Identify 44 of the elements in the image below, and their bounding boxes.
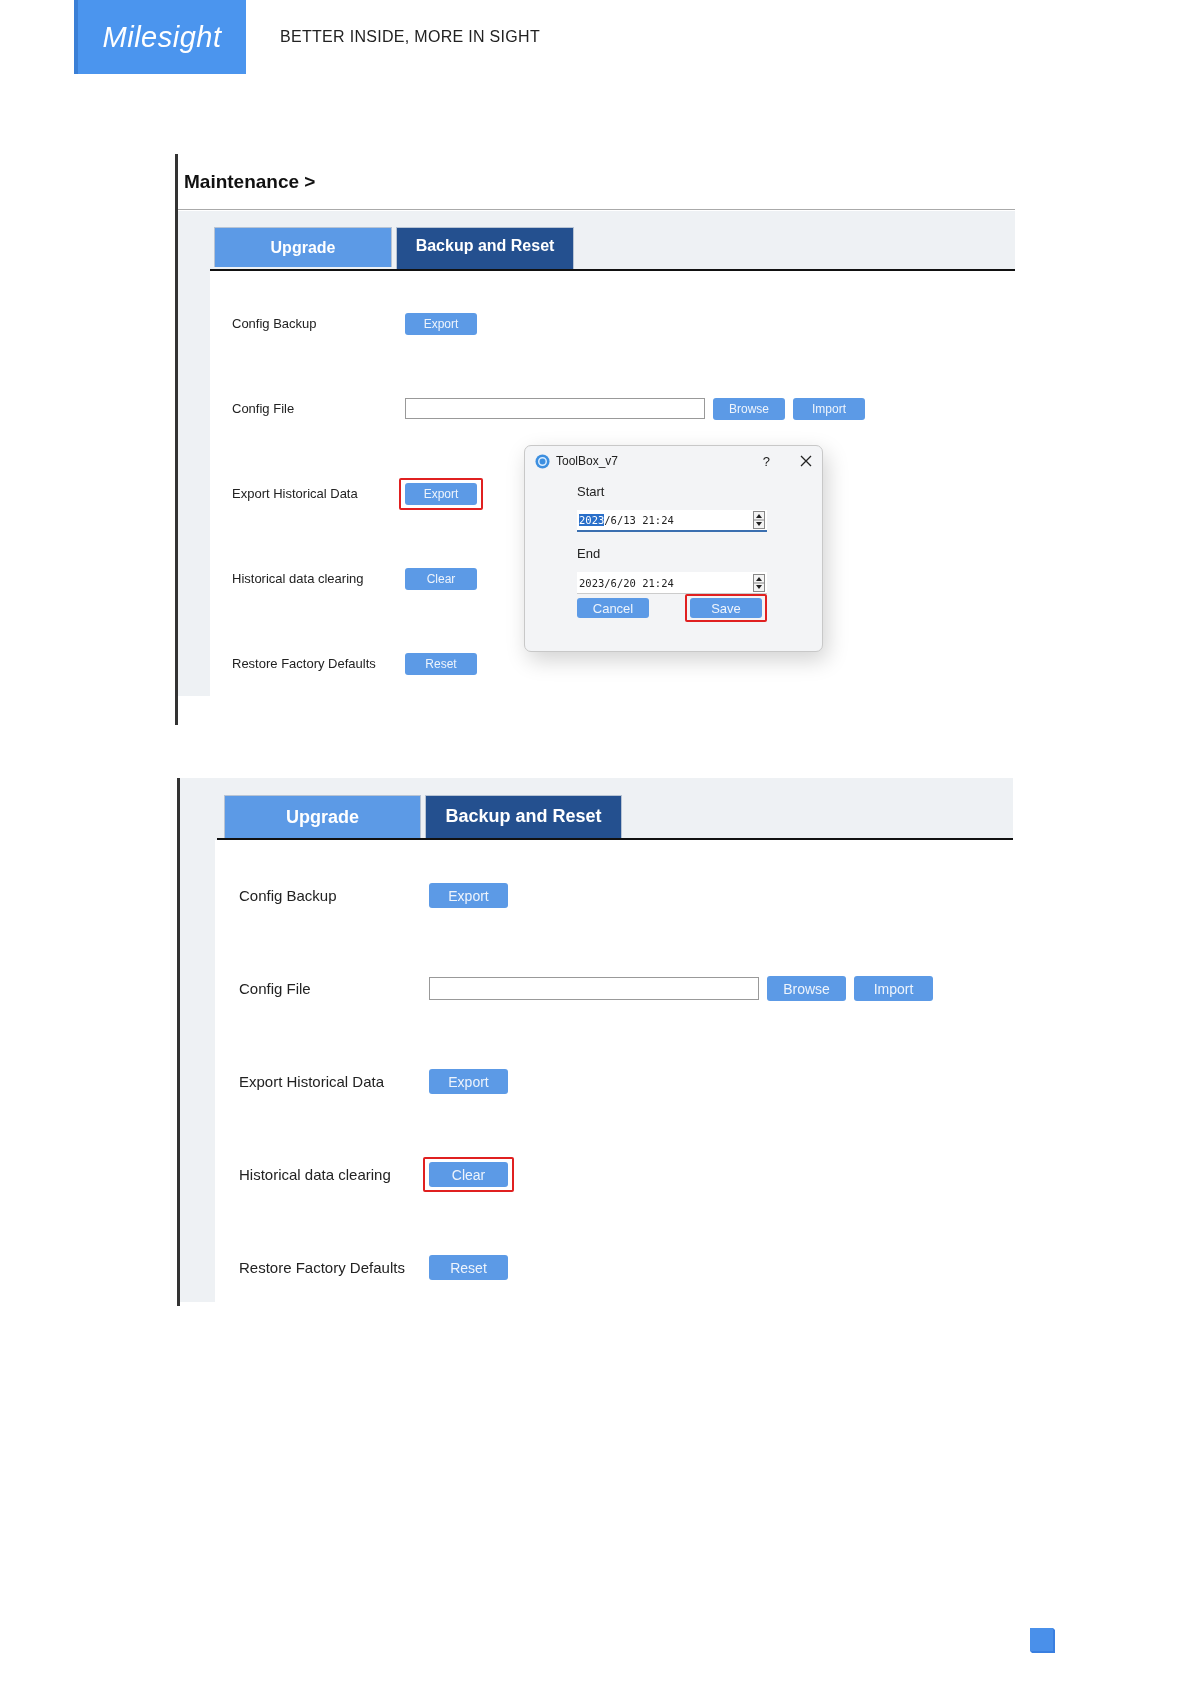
button[interactable]: Export — [429, 883, 508, 908]
button[interactable]: Clear — [405, 567, 477, 590]
button[interactable]: Browse — [713, 397, 785, 420]
tab[interactable]: Upgrade — [224, 795, 421, 838]
setting-label: Config Backup — [239, 887, 338, 904]
file-path-field[interactable] — [429, 977, 759, 1000]
date-time-field[interactable]: 2023/6/20 21:24 — [577, 572, 767, 594]
button[interactable]: Export — [405, 312, 477, 335]
cube-icon — [1028, 1626, 1056, 1654]
field-label: Start — [577, 484, 606, 501]
spinner-icon[interactable] — [753, 573, 765, 592]
tab[interactable]: Upgrade — [214, 227, 392, 267]
tab[interactable]: Backup and Reset — [396, 227, 574, 269]
file-path-field[interactable] — [405, 398, 705, 419]
logo: Milesight — [74, 0, 246, 74]
spinner-icon[interactable] — [753, 511, 765, 529]
help-button[interactable]: ? — [762, 453, 770, 469]
setting-label: Export Historical Data — [239, 1073, 386, 1090]
setting-label: Historical data clearing — [232, 571, 365, 586]
setting-label: Config Backup — [232, 316, 318, 331]
setting-label: Restore Factory Defaults — [232, 656, 377, 671]
close-icon[interactable] — [800, 455, 812, 467]
dialog-title: ToolBox_v7 — [556, 454, 620, 468]
setting-label: Config File — [239, 980, 312, 997]
button[interactable]: Import — [793, 397, 865, 420]
setting-label: Restore Factory Defaults — [239, 1259, 406, 1276]
date-time-field[interactable]: 2023/6/13 21:24 — [577, 510, 767, 532]
button[interactable]: Export — [405, 482, 477, 505]
button[interactable]: Reset — [405, 652, 477, 675]
setting-label: Config File — [232, 401, 296, 416]
setting-label: Export Historical Data — [232, 486, 359, 501]
button[interactable]: Import — [854, 976, 933, 1001]
button[interactable]: Browse — [767, 976, 846, 1001]
setting-label: Historical data clearing — [239, 1166, 392, 1183]
app-icon — [535, 453, 550, 469]
button[interactable]: Reset — [429, 1255, 508, 1280]
button[interactable]: Export — [429, 1069, 508, 1094]
field-label: End — [577, 546, 602, 563]
button[interactable]: Clear — [429, 1162, 508, 1187]
tagline: BETTER INSIDE, MORE IN SIGHT — [280, 28, 540, 46]
button[interactable]: Cancel — [577, 598, 649, 618]
tab[interactable]: Backup and Reset — [425, 795, 622, 838]
button[interactable]: Save — [690, 598, 762, 618]
breadcrumb: Maintenance > — [178, 154, 1015, 210]
